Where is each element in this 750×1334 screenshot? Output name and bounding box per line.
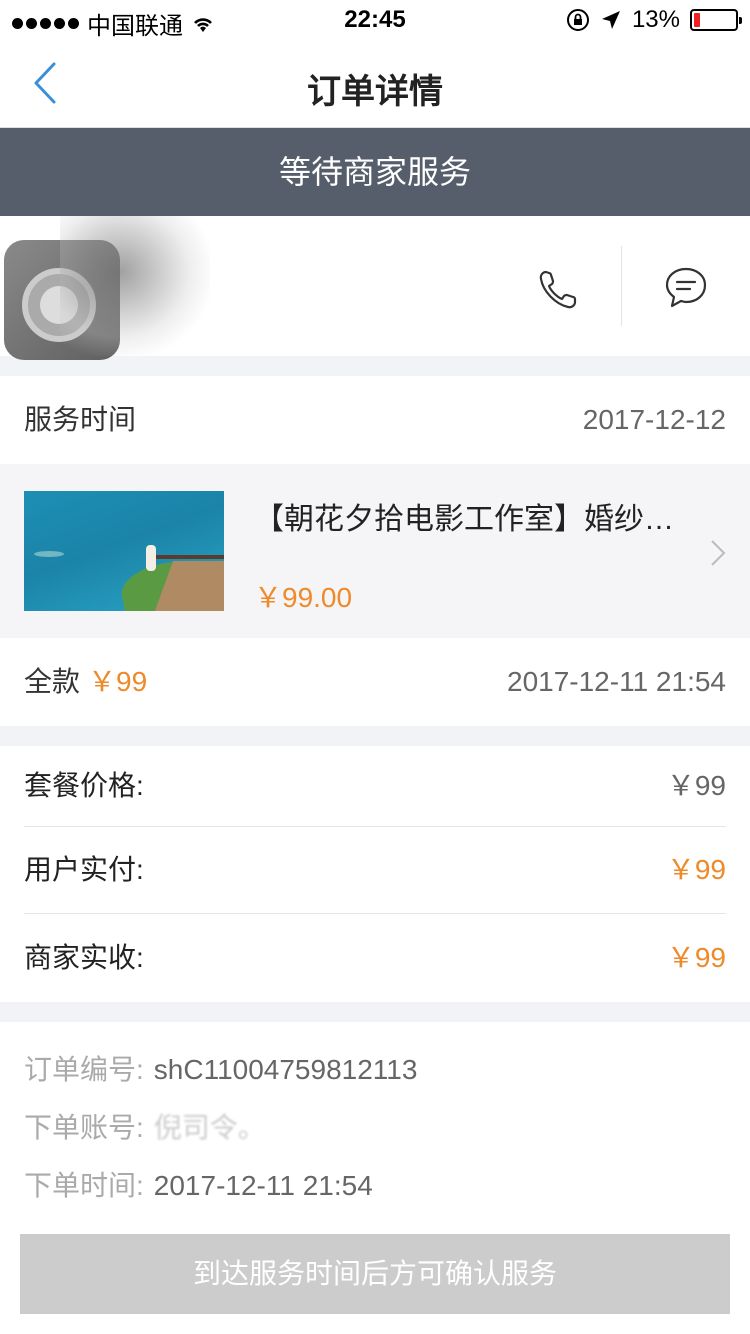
battery-icon — [690, 9, 742, 31]
nav-bar: 订单详情 — [0, 40, 750, 128]
payment-row: 全款 ￥99 2017-12-11 21:54 — [0, 638, 750, 726]
product-title: 【朝花夕拾电影工作室】婚纱… — [254, 503, 674, 536]
order-number-row: 订单编号: shC11004759812113 — [24, 1050, 417, 1090]
service-time-label: 服务时间 — [24, 404, 137, 435]
product-card[interactable]: 【朝花夕拾电影工作室】婚纱… ￥99.00 — [0, 464, 750, 638]
order-account-value: 倪司令。 — [153, 1112, 266, 1143]
order-number-label: 订单编号: — [24, 1054, 144, 1085]
order-status-banner: 等待商家服务 — [0, 128, 750, 216]
merchant-divider — [621, 246, 622, 326]
payment-type-label: 全款 — [24, 666, 81, 697]
payment-amount: ￥99 — [88, 666, 148, 697]
order-time-value: 2017-12-11 21:54 — [153, 1170, 373, 1201]
location-arrow-icon — [601, 11, 620, 29]
user-paid-value: ￥99 — [666, 854, 726, 885]
package-price-label: 套餐价格: — [24, 770, 144, 801]
merchant-row — [0, 216, 750, 360]
package-price-value: ￥99 — [666, 770, 726, 801]
merchant-received-value: ￥99 — [666, 942, 726, 973]
price-summary: 套餐价格: ￥99 用户实付: ￥99 商家实收: ￥99 — [0, 746, 750, 1002]
battery-percent: 13% — [631, 6, 680, 33]
product-price: ￥99.00 — [254, 582, 353, 613]
status-right: 13% — [566, 6, 742, 34]
user-paid-row: 用户实付: ￥99 — [0, 830, 750, 910]
payment-datetime: 2017-12-11 21:54 — [507, 666, 726, 697]
order-time-row: 下单时间: 2017-12-11 21:54 — [24, 1166, 373, 1206]
summary-divider — [24, 826, 726, 827]
status-bar: 中国联通 22:45 13% — [0, 0, 750, 40]
order-account-row: 下单账号: 倪司令。 — [24, 1108, 266, 1148]
user-paid-label: 用户实付: — [24, 854, 144, 885]
merchant-received-row: 商家实收: ￥99 — [0, 918, 750, 998]
summary-divider — [24, 913, 726, 914]
rotation-lock-icon — [566, 9, 589, 31]
merchant-name-redacted — [60, 216, 210, 356]
order-number-value: shC11004759812113 — [153, 1054, 418, 1085]
merchant-received-label: 商家实收: — [24, 942, 144, 973]
service-time-value: 2017-12-12 — [582, 404, 726, 435]
service-time-row: 服务时间 2017-12-12 — [0, 376, 750, 464]
order-account-label: 下单账号: — [24, 1112, 144, 1143]
chat-bubble-icon[interactable] — [660, 262, 712, 314]
chevron-right-icon — [711, 540, 726, 566]
phone-icon[interactable] — [532, 264, 584, 316]
page-title: 订单详情 — [307, 73, 443, 111]
package-price-row: 套餐价格: ￥99 — [0, 746, 750, 826]
order-time-label: 下单时间: — [24, 1170, 144, 1201]
product-thumbnail — [24, 491, 224, 611]
confirm-service-button[interactable]: 到达服务时间后方可确认服务 — [20, 1234, 730, 1314]
